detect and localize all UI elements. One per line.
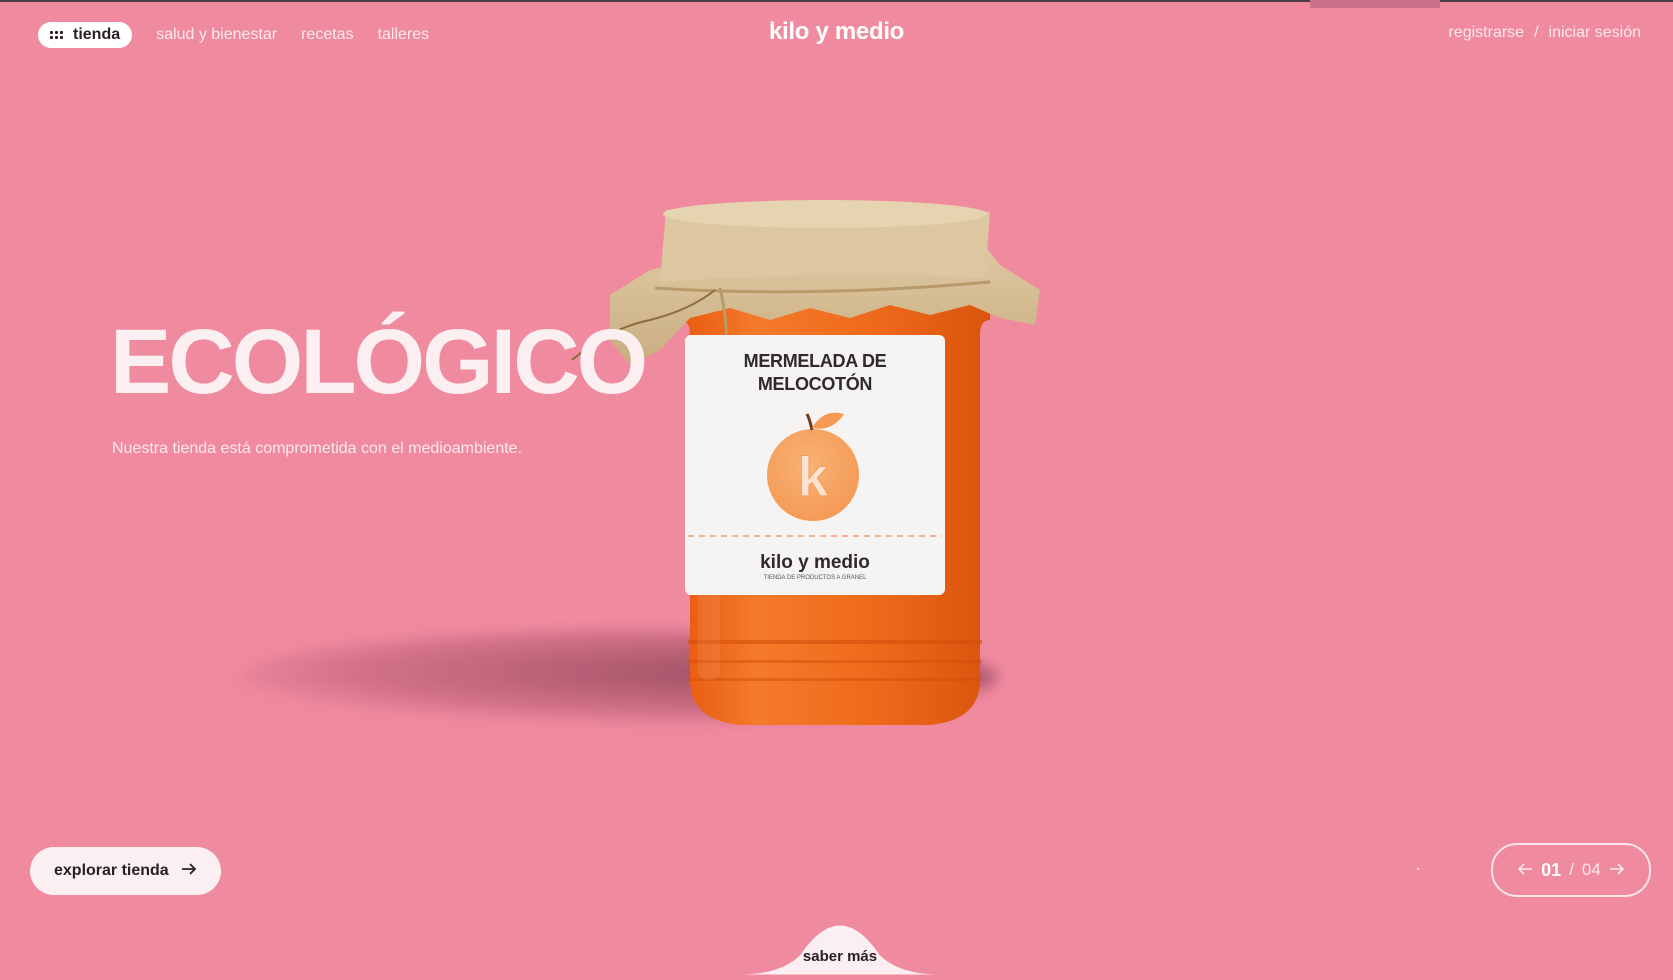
pager-separator: / [1569, 860, 1574, 879]
top-progress-mark [1310, 0, 1440, 8]
arrow-right-icon [181, 862, 197, 880]
more-button[interactable]: saber más [740, 948, 940, 965]
explore-shop-button[interactable]: explorar tienda [30, 847, 221, 895]
slide-pager: 01 / 04 [1491, 843, 1651, 897]
arrow-right-icon[interactable] [1609, 860, 1625, 880]
label-brand: kilo y medio [760, 552, 870, 573]
hero-title: ECOLÓGICO [110, 311, 648, 413]
auth-links: registrarse / iniciar sesión [1448, 24, 1641, 42]
login-link[interactable]: iniciar sesión [1549, 24, 1641, 42]
brand-logo[interactable]: kilo y medio [0, 18, 1673, 46]
label-line-2: MELOCOTÓN [757, 374, 873, 394]
jam-jar-illustration: k [571, 200, 1040, 725]
slider-dot [1417, 868, 1419, 870]
auth-separator: / [1534, 24, 1539, 41]
product-image: k MERMELADA DE MELOCOTÓN kilo y medio TI… [210, 200, 1110, 740]
label-tagline: TIENDA DE PRODUCTOS A GRANEL [763, 575, 867, 581]
pager-total: 04 [1581, 860, 1601, 879]
arrow-left-icon[interactable] [1517, 860, 1533, 880]
pager-current: 01 [1541, 859, 1562, 880]
product-label-text: MERMELADA DE MELOCOTÓN [685, 350, 945, 396]
register-link[interactable]: registrarse [1448, 24, 1524, 42]
svg-text:k: k [797, 445, 829, 508]
hero-subtitle: Nuestra tienda está comprometida con el … [112, 440, 522, 457]
explore-shop-label: explorar tienda [54, 862, 169, 879]
label-line-1: MERMELADA DE [743, 351, 887, 371]
